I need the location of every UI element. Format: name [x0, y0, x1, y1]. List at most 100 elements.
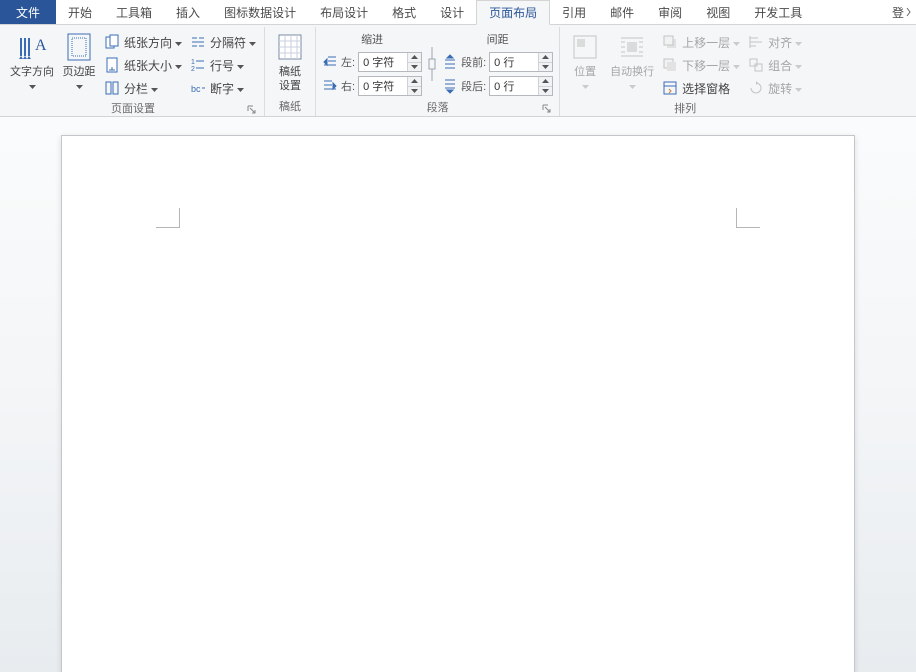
spinner-down[interactable]	[408, 87, 421, 96]
rotate-label: 旋转	[768, 80, 792, 97]
tab-insert[interactable]: 插入	[164, 0, 212, 24]
orientation-icon	[104, 34, 120, 50]
group-page-setup: A 文字方向 页边距 纸张方向 纸张大小	[2, 27, 265, 116]
indent-right-label: 右:	[341, 78, 355, 94]
margins-button[interactable]: 页边距	[58, 29, 100, 93]
rotate-button: 旋转	[744, 77, 806, 99]
margin-mark-top-right	[736, 208, 760, 228]
chevron-down-icon	[76, 79, 83, 93]
chevron-down-icon	[237, 81, 244, 95]
spinner-down[interactable]	[539, 87, 552, 96]
spinner-up[interactable]	[539, 77, 552, 87]
hyphenation-button[interactable]: bc 断字	[186, 77, 260, 99]
tab-review[interactable]: 审阅	[646, 0, 694, 24]
space-before-input[interactable]	[490, 53, 538, 71]
rotate-icon	[748, 80, 764, 96]
indent-left-input[interactable]	[359, 53, 407, 71]
chevron-down-icon	[795, 81, 802, 95]
columns-button[interactable]: 分栏	[100, 77, 186, 99]
line-numbers-button[interactable]: 12 行号	[186, 54, 260, 76]
tab-toolbox[interactable]: 工具箱	[104, 0, 164, 24]
space-after-input[interactable]	[490, 77, 538, 95]
tab-home[interactable]: 开始	[56, 0, 104, 24]
chevron-down-icon	[733, 35, 740, 49]
chevron-down-icon	[582, 79, 589, 93]
wrap-text-icon	[618, 31, 646, 63]
send-backward-button: 下移一层	[658, 54, 744, 76]
bring-forward-button: 上移一层	[658, 31, 744, 53]
tab-login-label: 登	[892, 4, 904, 21]
page-setup-dialog-launcher[interactable]	[246, 104, 258, 116]
group-writing-paper: 稿纸 设置 稿纸	[265, 27, 316, 116]
selection-pane-button[interactable]: 选择窗格	[658, 77, 744, 99]
spinner-up[interactable]	[408, 53, 421, 63]
tab-chart-data-design[interactable]: 图标数据设计	[212, 0, 308, 24]
space-before-icon	[442, 54, 458, 70]
group-objects-label: 组合	[768, 57, 792, 74]
position-icon	[571, 31, 599, 63]
tab-view[interactable]: 视图	[694, 0, 742, 24]
writing-paper-icon	[275, 31, 305, 63]
writing-paper-label: 稿纸 设置	[279, 65, 301, 93]
breaks-button[interactable]: 分隔符	[186, 31, 260, 53]
tab-login[interactable]: 登	[888, 0, 916, 24]
svg-text:A: A	[35, 37, 47, 54]
margins-icon	[65, 31, 93, 63]
paragraph-dialog-launcher[interactable]	[541, 103, 553, 115]
spinner-down[interactable]	[408, 63, 421, 72]
position-label: 位置	[574, 66, 596, 78]
svg-text:2: 2	[191, 66, 195, 73]
spinner-up[interactable]	[408, 77, 421, 87]
tab-format[interactable]: 格式	[380, 0, 428, 24]
space-after-spinner[interactable]	[489, 76, 553, 96]
spacing-header: 间距	[442, 29, 553, 50]
indent-left-label: 左:	[341, 54, 355, 70]
orientation-button[interactable]: 纸张方向	[100, 31, 186, 53]
text-direction-icon: A	[17, 31, 47, 63]
group-page-setup-label: 页面设置	[111, 103, 155, 115]
document-area[interactable]	[0, 117, 916, 672]
indent-header: 缩进	[322, 29, 422, 50]
tab-file[interactable]: 文件	[0, 0, 56, 24]
indent-right-input[interactable]	[359, 77, 407, 95]
group-writing-paper-label: 稿纸	[269, 97, 311, 116]
chevron-down-icon	[175, 35, 182, 49]
chevron-down-icon	[629, 79, 636, 93]
tab-page-layout[interactable]: 页面布局	[476, 0, 550, 25]
tab-references[interactable]: 引用	[550, 0, 598, 24]
space-after-icon	[442, 78, 458, 94]
hyphenation-label: 断字	[210, 80, 234, 97]
spinner-up[interactable]	[539, 53, 552, 63]
hyphenation-icon: bc	[190, 80, 206, 96]
breaks-icon	[190, 34, 206, 50]
group-objects-button: 组合	[744, 54, 806, 76]
chevron-down-icon	[151, 81, 158, 95]
size-label: 纸张大小	[124, 57, 172, 74]
orientation-label: 纸张方向	[124, 34, 172, 51]
wrap-text-button: 自动换行	[606, 29, 658, 93]
line-numbers-icon: 12	[190, 57, 206, 73]
indent-left-icon	[322, 54, 338, 70]
chevron-down-icon	[795, 58, 802, 72]
spinner-down[interactable]	[539, 63, 552, 72]
margin-mark-top-left	[156, 208, 180, 228]
text-direction-button[interactable]: A 文字方向	[6, 29, 58, 93]
document-page[interactable]	[61, 135, 855, 672]
chevron-down-icon	[237, 58, 244, 72]
position-button: 位置	[564, 29, 606, 93]
tab-layout-design[interactable]: 布局设计	[308, 0, 380, 24]
tab-developer[interactable]: 开发工具	[742, 0, 814, 24]
chevron-down-icon	[175, 58, 182, 72]
space-before-spinner[interactable]	[489, 52, 553, 72]
tab-design[interactable]: 设计	[428, 0, 476, 24]
indent-right-icon	[322, 78, 338, 94]
bring-forward-label: 上移一层	[682, 34, 730, 51]
indent-left-spinner[interactable]	[358, 52, 422, 72]
indent-right-spinner[interactable]	[358, 76, 422, 96]
size-button[interactable]: 纸张大小	[100, 54, 186, 76]
chevron-down-icon	[795, 35, 802, 49]
group-paragraph-label: 段落	[427, 102, 449, 114]
writing-paper-button[interactable]: 稿纸 设置	[269, 29, 311, 93]
chevron-down-icon	[29, 79, 36, 93]
tab-mailings[interactable]: 邮件	[598, 0, 646, 24]
